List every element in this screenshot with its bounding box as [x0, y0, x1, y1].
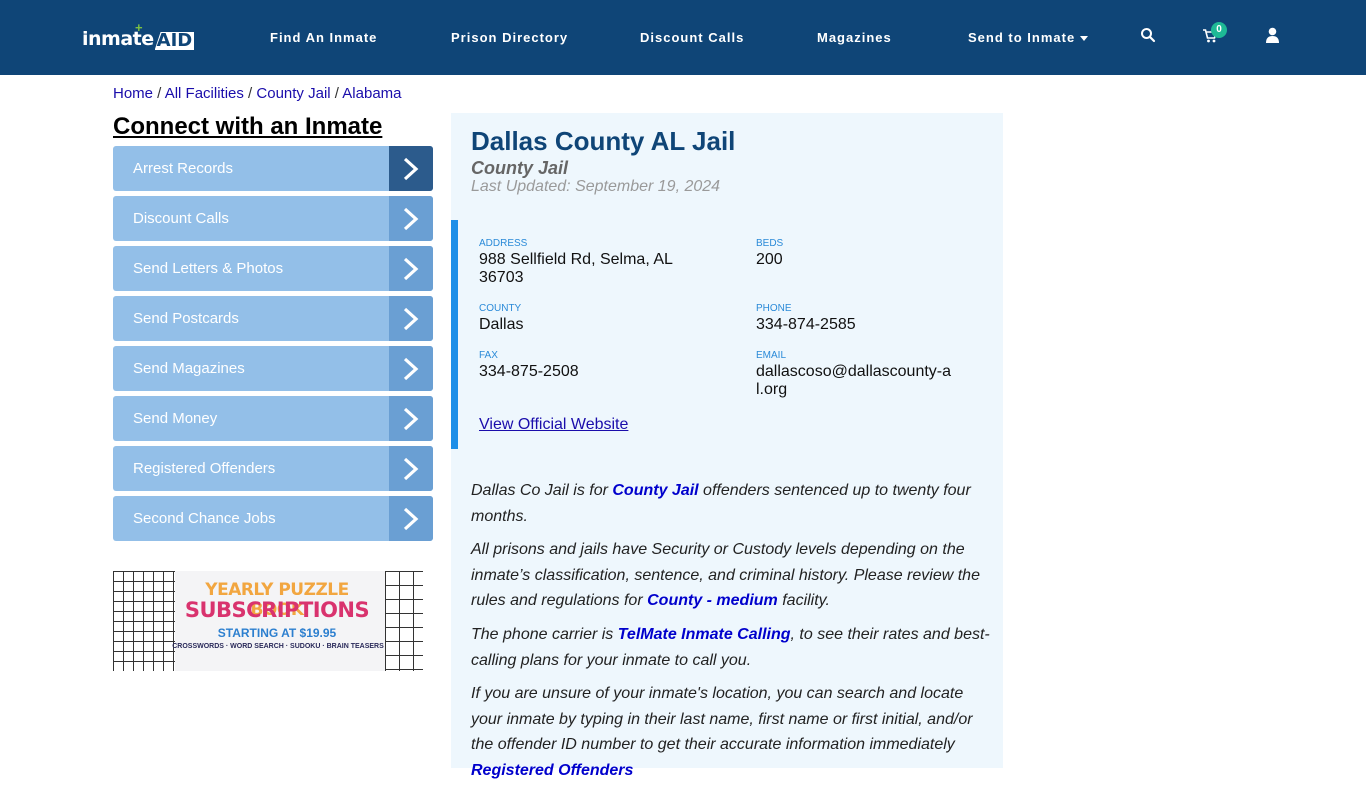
facility-info-box: Address 988 Sellfield Rd, Selma, AL 3670…	[451, 220, 1003, 449]
sidebar-item-send-postcards[interactable]: Send Postcards	[113, 296, 433, 341]
fax-field: Fax 334-875-2508	[479, 350, 579, 381]
search-icon[interactable]	[1140, 27, 1160, 47]
view-official-website-link[interactable]: View Official Website	[479, 416, 628, 434]
breadcrumb-county-jail[interactable]: County Jail	[256, 85, 330, 102]
sidebar-item-label: Send Letters & Photos	[133, 260, 284, 277]
field-label: Email	[756, 350, 787, 361]
sidebar-item-send-magazines[interactable]: Send Magazines	[113, 346, 433, 391]
county-value: Dallas	[479, 316, 524, 333]
top-navbar: inmate AID + Find An Inmate Prison Direc…	[0, 0, 1366, 75]
nav-discount-calls[interactable]: Discount Calls	[640, 30, 744, 45]
user-icon[interactable]	[1265, 27, 1285, 47]
sidebar-item-second-chance-jobs[interactable]: Second Chance Jobs	[113, 496, 433, 541]
text: The phone carrier is	[471, 625, 618, 643]
nav-send-to-inmate-label: Send to Inmate	[968, 30, 1076, 45]
chevron-right-icon	[389, 296, 433, 341]
caret-down-icon	[1080, 36, 1089, 42]
nav-send-to-inmate[interactable]: Send to Inmate	[968, 30, 1089, 45]
field-label: Fax	[479, 350, 498, 361]
ad-subheadline: SUBSCRIPTIONS	[184, 598, 370, 622]
logo-text-aid: AID	[154, 30, 195, 51]
nav-find-an-inmate[interactable]: Find An Inmate	[270, 30, 377, 45]
county-field: County Dallas	[479, 303, 523, 334]
text: Dallas Co Jail is for	[471, 482, 613, 499]
text: If you are unsure of your inmate's locat…	[471, 685, 973, 754]
description-paragraph: If you are unsure of your inmate's locat…	[471, 681, 996, 783]
facility-type: County Jail	[471, 158, 569, 178]
sidebar-item-send-letters-photos[interactable]: Send Letters & Photos	[113, 246, 433, 291]
puzzle-book-ad-banner[interactable]: YEARLY PUZZLE BOOK SUBSCRIPTIONS STARTIN…	[113, 571, 423, 671]
beds-value: 200	[756, 251, 783, 268]
facility-title: Dallas County AL Jail	[471, 126, 736, 156]
cart-count-badge: 0	[1211, 22, 1227, 38]
beds-field: Beds 200	[756, 238, 783, 269]
text: facility.	[777, 592, 830, 610]
email-value[interactable]: dallascoso@dallascounty-al.org	[756, 363, 956, 399]
email-field: Email dallascoso@dallascounty-al.org	[756, 350, 956, 399]
sidebar-item-label: Send Money	[133, 410, 218, 427]
breadcrumb-home[interactable]: Home	[113, 85, 153, 102]
phone-value[interactable]: 334-874-2585	[756, 316, 856, 334]
sidebar-item-registered-offenders[interactable]: Registered Offenders	[113, 446, 433, 491]
sidebar-item-label: Send Postcards	[133, 310, 239, 327]
crossword-grid-graphic	[113, 571, 175, 671]
breadcrumb-all-facilities[interactable]: All Facilities	[165, 85, 244, 102]
county-jail-link[interactable]: County Jail	[612, 482, 698, 499]
county-medium-link[interactable]: County - medium	[647, 592, 778, 609]
sidebar-item-label: Arrest Records	[133, 160, 234, 177]
chevron-right-icon	[389, 246, 433, 291]
sidebar-menu: Arrest Records Discount Calls Send Lette…	[113, 146, 433, 546]
description-paragraph: The phone carrier is TelMate Inmate Call…	[471, 622, 996, 673]
sidebar-item-label: Send Magazines	[133, 360, 245, 377]
breadcrumb-separator: /	[243, 85, 257, 102]
breadcrumb-alabama[interactable]: Alabama	[342, 85, 401, 102]
inmateaid-logo[interactable]: inmate AID +	[82, 20, 195, 51]
breadcrumb: Home / All Facilities / County Jail / Al…	[113, 85, 402, 102]
breadcrumb-separator: /	[330, 85, 343, 102]
sidebar-item-label: Second Chance Jobs	[133, 510, 276, 527]
address-value: 988 Sellfield Rd, Selma, AL 36703	[479, 251, 673, 286]
chevron-right-icon	[389, 496, 433, 541]
facility-description: Dallas Co Jail is for County Jail offend…	[471, 478, 996, 792]
sidebar-title[interactable]: Connect with an Inmate	[113, 113, 382, 141]
field-label: Phone	[756, 303, 792, 314]
breadcrumb-separator: /	[153, 85, 165, 102]
sidebar-item-label: Discount Calls	[133, 210, 229, 227]
facility-panel: Dallas County AL Jail County Jail Last U…	[451, 113, 1003, 779]
ad-price: STARTING AT $19.95	[217, 626, 337, 640]
nav-prison-directory[interactable]: Prison Directory	[451, 30, 568, 45]
nav-magazines[interactable]: Magazines	[817, 30, 892, 45]
description-paragraph: All prisons and jails have Security or C…	[471, 537, 996, 614]
phone-field: Phone 334-874-2585	[756, 303, 856, 334]
field-label: Address	[479, 238, 528, 249]
field-label: County	[479, 303, 522, 314]
last-updated: Last Updated: September 19, 2024	[471, 178, 721, 195]
field-label: Beds	[756, 238, 784, 249]
registered-offenders-link[interactable]: Registered Offenders	[471, 762, 633, 779]
address-field: Address 988 Sellfield Rd, Selma, AL 3670…	[479, 238, 694, 287]
sidebar-item-discount-calls[interactable]: Discount Calls	[113, 196, 433, 241]
telmate-link[interactable]: TelMate Inmate Calling	[618, 626, 791, 643]
chevron-right-icon	[389, 196, 433, 241]
sidebar-item-label: Registered Offenders	[133, 460, 276, 477]
chevron-right-icon	[389, 446, 433, 491]
chevron-right-icon	[389, 346, 433, 391]
logo-plus-icon: +	[135, 20, 143, 35]
ad-tagline: CROSSWORDS · WORD SEARCH · SUDOKU · BRAI…	[172, 643, 384, 650]
sidebar-item-arrest-records[interactable]: Arrest Records	[113, 146, 433, 191]
description-paragraph: Dallas Co Jail is for County Jail offend…	[471, 478, 996, 529]
fax-value: 334-875-2508	[479, 363, 579, 380]
chevron-right-icon	[389, 146, 433, 191]
sudoku-grid-graphic	[385, 571, 423, 671]
sidebar-item-send-money[interactable]: Send Money	[113, 396, 433, 441]
chevron-right-icon	[389, 396, 433, 441]
